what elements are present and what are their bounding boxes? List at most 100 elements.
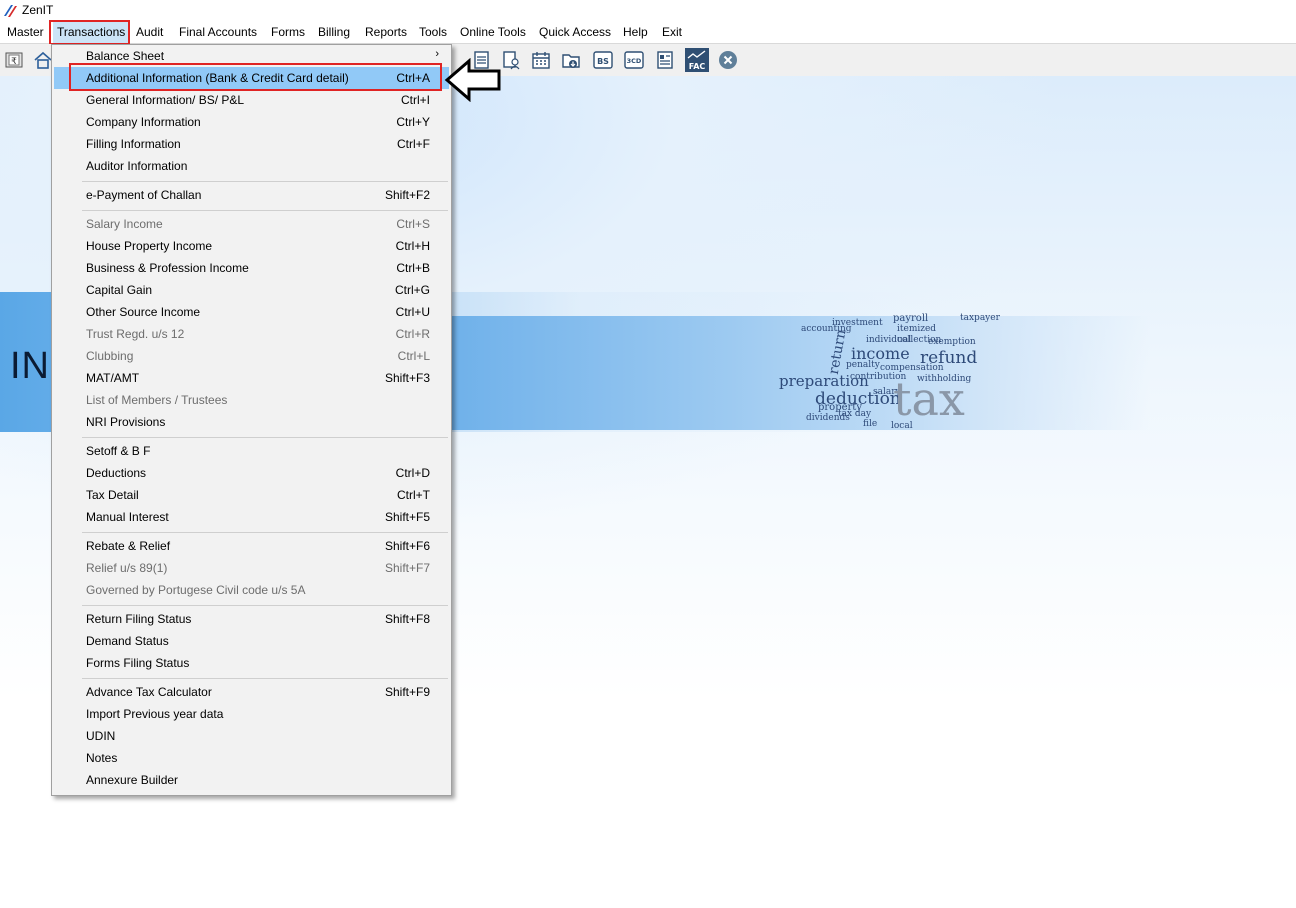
menu-audit[interactable]: Audit [136, 25, 163, 39]
menu-item-label: Tax Detail [86, 488, 139, 502]
menu-item-shortcut: Ctrl+I [400, 93, 430, 107]
menu-item-portugese-civil-code[interactable]: Governed by Portugese Civil code u/s 5A [54, 579, 449, 601]
menu-forms[interactable]: Forms [271, 25, 305, 39]
menu-quick-access[interactable]: Quick Access [539, 25, 611, 39]
menu-item-shortcut: Ctrl+T [397, 488, 430, 502]
menu-item-filling-information[interactable]: Filling Information Ctrl+F [54, 133, 449, 155]
fac-icon-label: FAC [689, 62, 706, 71]
menu-item-annexure-builder[interactable]: Annexure Builder [54, 769, 449, 791]
menu-item-general-information[interactable]: General Information/ BS/ P&L Ctrl+I [54, 89, 449, 111]
menu-item-label: Import Previous year data [86, 707, 224, 721]
word-cloud-word: exemption [928, 337, 976, 347]
menu-item-shortcut: Ctrl+U [395, 305, 430, 319]
menu-item-label: List of Members / Trustees [86, 393, 228, 407]
transactions-highlight-box [49, 20, 130, 45]
menu-separator [82, 678, 448, 679]
menu-item-shortcut: Shift+F7 [384, 561, 430, 575]
menu-item-salary-income[interactable]: Salary Income Ctrl+S [54, 213, 449, 235]
menu-item-label: Capital Gain [86, 283, 153, 297]
menu-item-company-information[interactable]: Company Information Ctrl+Y [54, 111, 449, 133]
bs-icon-label: BS [597, 57, 609, 66]
menu-item-label: Setoff & B F [86, 444, 151, 458]
menu-item-label: Annexure Builder [86, 773, 179, 787]
menu-item-label: Trust Regd. u/s 12 [86, 327, 185, 341]
menu-item-forms-filing-status[interactable]: Forms Filing Status [54, 652, 449, 674]
menu-item-shortcut: Ctrl+L [397, 349, 430, 363]
word-cloud-word: penalty [846, 360, 880, 370]
form-icon[interactable] [655, 50, 675, 70]
fac-icon[interactable]: FAC [685, 48, 709, 72]
app-title: ZenIT [22, 3, 54, 17]
menu-item-capital-gain[interactable]: Capital Gain Ctrl+G [54, 279, 449, 301]
3cd-icon[interactable]: 3CD [624, 50, 644, 70]
menu-item-label: General Information/ BS/ P&L [86, 93, 245, 107]
word-cloud-word: taxpayer [960, 313, 1000, 323]
folder-download-icon[interactable] [561, 50, 581, 70]
menu-item-e-payment-of-challan[interactable]: e-Payment of Challan Shift+F2 [54, 184, 449, 206]
menu-item-mat-amt[interactable]: MAT/AMT Shift+F3 [54, 367, 449, 389]
menu-separator [82, 210, 448, 211]
menu-item-shortcut: Ctrl+R [395, 327, 430, 341]
menu-item-auditor-information[interactable]: Auditor Information [54, 155, 449, 177]
menu-item-shortcut: Ctrl+D [395, 466, 430, 480]
home-icon[interactable] [33, 50, 53, 70]
menu-item-label: Rebate & Relief [86, 539, 171, 553]
menu-item-label: Relief u/s 89(1) [86, 561, 168, 575]
menu-item-udin[interactable]: UDIN [54, 725, 449, 747]
menu-item-manual-interest[interactable]: Manual Interest Shift+F5 [54, 506, 449, 528]
menu-item-rebate-relief[interactable]: Rebate & Relief Shift+F6 [54, 535, 449, 557]
menu-item-label: Demand Status [86, 634, 169, 648]
pointing-arrow-icon [444, 58, 501, 102]
menu-final-accounts[interactable]: Final Accounts [179, 25, 257, 39]
menu-master[interactable]: Master [7, 25, 44, 39]
menu-item-list-of-members[interactable]: List of Members / Trustees [54, 389, 449, 411]
svg-text:₹: ₹ [11, 57, 17, 67]
menu-item-shortcut: Shift+F5 [384, 510, 430, 524]
menu-item-shortcut: Shift+F9 [384, 685, 430, 699]
menu-reports[interactable]: Reports [365, 25, 407, 39]
menu-item-label: Balance Sheet [86, 49, 165, 63]
menu-online-tools[interactable]: Online Tools [460, 25, 526, 39]
menu-help[interactable]: Help [623, 25, 648, 39]
menu-separator [82, 605, 448, 606]
word-cloud-word: tax [893, 372, 965, 426]
word-cloud-word: investment [832, 318, 883, 328]
menu-item-advance-tax-calculator[interactable]: Advance Tax Calculator Shift+F9 [54, 681, 449, 703]
menu-item-other-source-income[interactable]: Other Source Income Ctrl+U [54, 301, 449, 323]
menu-tools[interactable]: Tools [419, 25, 447, 39]
menu-item-business-profession-income[interactable]: Business & Profession Income Ctrl+B [54, 257, 449, 279]
close-circle-icon[interactable] [718, 50, 738, 70]
menu-separator [82, 437, 448, 438]
menu-item-shortcut: Ctrl+H [395, 239, 430, 253]
rupee-book-icon[interactable]: ₹ [4, 50, 24, 70]
bs-icon[interactable]: BS [593, 50, 613, 70]
menu-item-demand-status[interactable]: Demand Status [54, 630, 449, 652]
menu-item-return-filing-status[interactable]: Return Filing Status Shift+F8 [54, 608, 449, 630]
user-document-icon[interactable] [501, 50, 521, 70]
menu-item-label: Other Source Income [86, 305, 201, 319]
menu-item-house-property-income[interactable]: House Property Income Ctrl+H [54, 235, 449, 257]
menu-item-label: MAT/AMT [86, 371, 140, 385]
menu-item-import-previous-year-data[interactable]: Import Previous year data [54, 703, 449, 725]
menu-item-nri-provisions[interactable]: NRI Provisions [54, 411, 449, 433]
menu-item-shortcut: Shift+F2 [384, 188, 430, 202]
menu-exit[interactable]: Exit [662, 25, 682, 39]
menu-item-tax-detail[interactable]: Tax Detail Ctrl+T [54, 484, 449, 506]
menu-item-deductions[interactable]: Deductions Ctrl+D [54, 462, 449, 484]
menu-item-setoff-bf[interactable]: Setoff & B F [54, 440, 449, 462]
transactions-dropdown-menu: Balance Sheet › Additional Information (… [51, 44, 452, 796]
menu-billing[interactable]: Billing [318, 25, 350, 39]
menu-item-label: Advance Tax Calculator [86, 685, 212, 699]
menu-bar: Master Transactions Audit Final Accounts… [0, 21, 1296, 44]
submenu-arrow-icon: › [435, 48, 439, 60]
menu-item-clubbing[interactable]: Clubbing Ctrl+L [54, 345, 449, 367]
menu-item-label: Salary Income [86, 217, 163, 231]
menu-item-trust-regd[interactable]: Trust Regd. u/s 12 Ctrl+R [54, 323, 449, 345]
menu-item-label: House Property Income [86, 239, 213, 253]
menu-item-shortcut: Ctrl+Y [396, 115, 430, 129]
menu-item-label: UDIN [86, 729, 116, 743]
menu-item-notes[interactable]: Notes [54, 747, 449, 769]
calendar-icon[interactable] [531, 50, 551, 70]
menu-item-relief-89-1[interactable]: Relief u/s 89(1) Shift+F7 [54, 557, 449, 579]
menu-item-shortcut: Shift+F8 [384, 612, 430, 626]
